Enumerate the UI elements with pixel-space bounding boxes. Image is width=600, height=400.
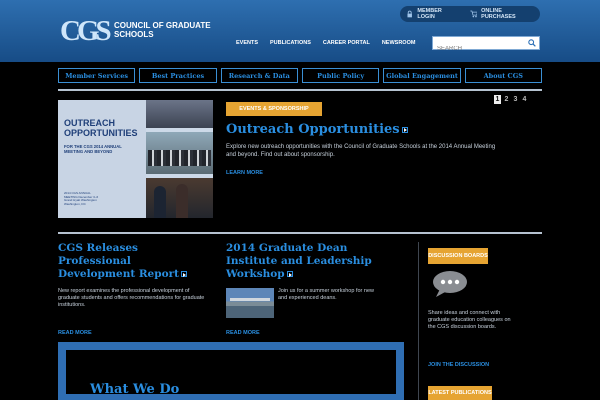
arrow-right-icon: [401, 126, 408, 133]
col1-title[interactable]: CGS Releases Professional Development Re…: [58, 242, 208, 281]
col2-title[interactable]: 2014 Graduate Dean Institute and Leaders…: [226, 242, 376, 281]
nav-newsroom[interactable]: NEWSROOM: [382, 40, 416, 46]
feature-image-subtitle: FOR THE CGS 2014 ANNUAL MEETING AND BEYO…: [64, 144, 122, 154]
top-nav: EVENTS PUBLICATIONS CAREER PORTAL NEWSRO…: [236, 40, 415, 46]
site-header: CGS COUNCIL OF GRADUATE SCHOOLS MEMBER L…: [0, 0, 600, 62]
col1-body: New report examines the professional dev…: [58, 288, 205, 308]
col2-body: Join us for a summer workshop for new an…: [278, 288, 374, 301]
arrow-right-icon: [180, 271, 187, 277]
search-input[interactable]: [433, 43, 525, 55]
col1-read-more-link[interactable]: READ MORE: [58, 330, 92, 336]
pager-1[interactable]: 1: [494, 95, 501, 104]
cgs-logo[interactable]: CGS COUNCIL OF GRADUATE SCHOOLS: [60, 15, 211, 47]
lock-icon: [407, 10, 412, 18]
nav-publications[interactable]: PUBLICATIONS: [270, 40, 311, 46]
nav-events[interactable]: EVENTS: [236, 40, 258, 46]
feature-image-title: OUTREACH OPPORTUNITIES: [64, 118, 138, 138]
feature-body: Explore new outreach opportunities with …: [226, 144, 496, 158]
tab-member-services[interactable]: Member Services: [58, 68, 136, 83]
speaker-figure: [176, 184, 188, 218]
section-nav: Member Services Best Practices Research …: [58, 68, 542, 83]
online-purchases-link[interactable]: ONLINE PURCHASES: [464, 8, 540, 20]
tab-global-engagement[interactable]: Global Engagement: [383, 68, 461, 83]
pager-2[interactable]: 2: [503, 95, 510, 104]
photo-hands: [146, 100, 213, 128]
bridge-thumbnail[interactable]: [226, 288, 274, 318]
divider: [58, 232, 542, 234]
logo-text: COUNCIL OF GRADUATE SCHOOLS: [114, 21, 211, 39]
member-login-link[interactable]: MEMBER LOGIN: [400, 8, 464, 20]
photo-group: [146, 132, 213, 174]
tab-research-data[interactable]: Research & Data: [220, 68, 298, 83]
join-discussion-link[interactable]: JOIN THE DISCUSSION: [428, 362, 489, 368]
arrow-right-icon: [286, 271, 293, 277]
search-icon[interactable]: [528, 39, 536, 47]
logo-mark: CGS: [60, 15, 112, 47]
feature-learn-more-link[interactable]: LEARN MORE: [226, 170, 263, 176]
speaker-figure: [154, 186, 166, 218]
pager-4[interactable]: 4: [521, 95, 528, 104]
search-box: [432, 36, 540, 55]
pager-3[interactable]: 3: [512, 95, 519, 104]
events-sponsorship-badge: EVENTS & SPONSORSHIP: [226, 102, 322, 116]
feature-title[interactable]: Outreach Opportunities: [226, 122, 408, 137]
latest-publications-badge: LATEST PUBLICATIONS: [428, 386, 492, 400]
what-we-do-title: What We Do: [90, 382, 180, 397]
discussion-boards-badge: DISCUSSION BOARDS: [428, 248, 488, 264]
tab-best-practices[interactable]: Best Practices: [139, 68, 217, 83]
group-figures: [148, 150, 211, 166]
sidebar-body: Share ideas and connect with graduate ed…: [428, 310, 511, 330]
utility-bar: MEMBER LOGIN ONLINE PURCHASES: [400, 6, 540, 22]
divider: [58, 89, 542, 91]
tab-about-cgs[interactable]: About CGS: [464, 68, 542, 83]
col2-read-more-link[interactable]: READ MORE: [226, 330, 260, 336]
nav-career-portal[interactable]: CAREER PORTAL: [323, 40, 370, 46]
slider-pager: 1 2 3 4: [494, 95, 528, 104]
feature-image-footer: 2014 CGS ANNUAL MEETING December 3–6 Gra…: [64, 191, 99, 206]
cart-icon: [470, 10, 478, 18]
column-divider: [418, 242, 419, 400]
tab-public-policy[interactable]: Public Policy: [301, 68, 380, 83]
feature-image-panel: OUTREACH OPPORTUNITIES FOR THE CGS 2014 …: [58, 100, 146, 218]
feature-image[interactable]: OUTREACH OPPORTUNITIES FOR THE CGS 2014 …: [58, 100, 213, 218]
speech-bubble-icon: [433, 271, 467, 297]
